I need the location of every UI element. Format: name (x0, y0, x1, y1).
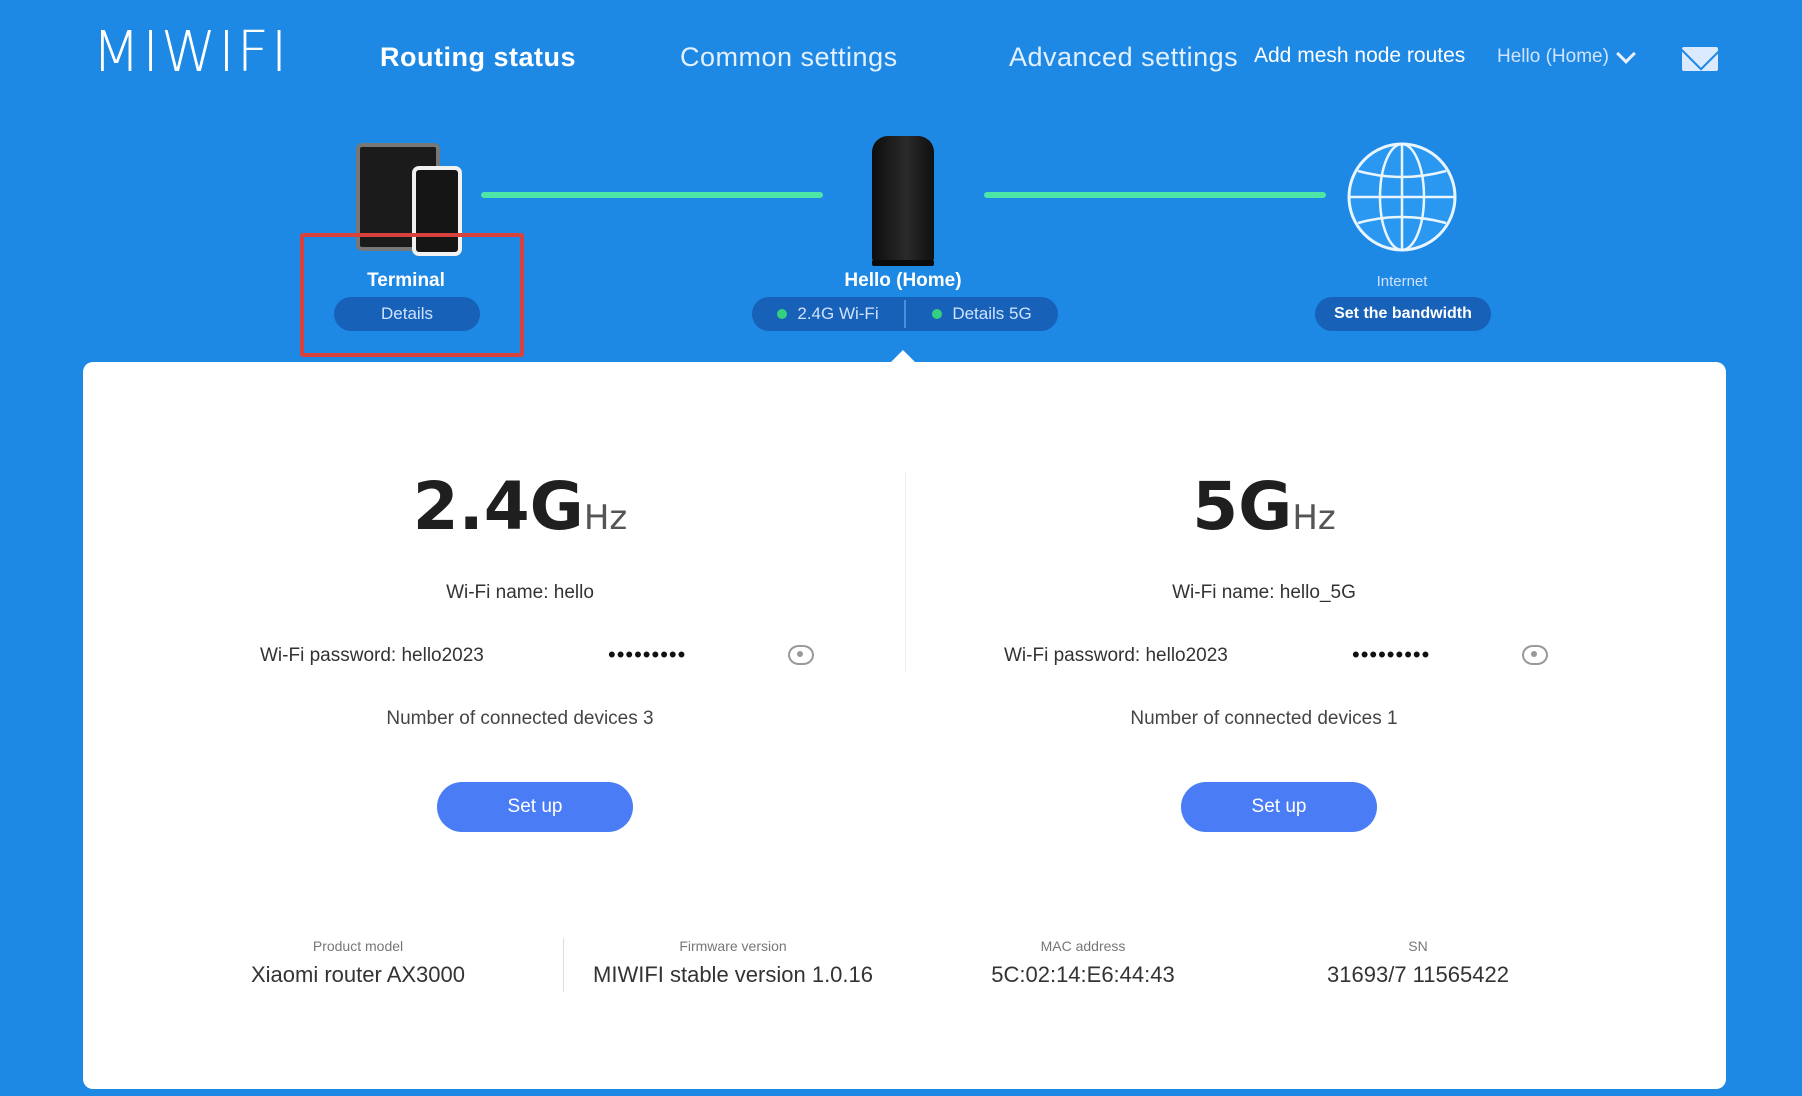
miwifi-logo[interactable]: MIWIFI (92, 20, 289, 85)
info-value: Xiaomi router AX3000 (250, 962, 466, 987)
info-label: Product model (312, 938, 404, 954)
band-24-title: 2.4GHz (412, 468, 628, 545)
band-24-masked-password: ••••••••• (608, 642, 687, 667)
terminal-highlight-box (300, 233, 524, 357)
nav-common-settings[interactable]: Common settings (680, 42, 898, 73)
wifi-card: 2.4GHz Wi-Fi name: hello Wi-Fi password:… (83, 362, 1726, 1089)
band-24-wifi-name: Wi-Fi name: hello (446, 582, 594, 603)
band-5-status-label: Details 5G (952, 304, 1032, 323)
band-5-masked-password: ••••••••• (1352, 642, 1431, 667)
user-name: Hello (Home) (1497, 46, 1609, 67)
nav-advanced-settings[interactable]: Advanced settings (1009, 42, 1238, 73)
info-value: 31693/7 11565422 (1327, 962, 1509, 987)
band-5-wifi-password: Wi-Fi password: hello2023 (1004, 645, 1228, 666)
band-5-setup-button[interactable]: Set up (1181, 782, 1377, 832)
info-value: MIWIFI stable version 1.0.16 (593, 962, 873, 987)
band-24-unit: Hz (583, 498, 628, 538)
eye-icon[interactable] (788, 645, 814, 665)
band-5-title: 5GHz (1192, 468, 1336, 545)
band-divider (905, 472, 906, 672)
band-24-setup-button[interactable]: Set up (437, 782, 633, 832)
router-band-status: 2.4G Wi-Fi Details 5G (752, 297, 1058, 331)
info-sn: SN 31693/7 11565422 (1293, 938, 1543, 988)
router-internet-link (984, 192, 1326, 198)
info-label: MAC address (1040, 938, 1126, 954)
router-label: Hello (Home) (844, 270, 962, 291)
status-dot-icon (932, 309, 943, 319)
terminal-router-link (481, 192, 823, 198)
status-dot-icon (777, 309, 788, 319)
nav-routing-status[interactable]: Routing status (380, 42, 576, 73)
band-24-status[interactable]: 2.4G Wi-Fi (752, 304, 904, 324)
router-icon (872, 136, 934, 266)
chevron-down-icon[interactable] (1616, 44, 1636, 64)
info-mac-address: MAC address 5C:02:14:E6:44:43 (963, 938, 1203, 988)
band-5-unit: Hz (1292, 498, 1336, 538)
globe-icon (1347, 142, 1457, 252)
user-menu[interactable]: Hello (Home) (1497, 44, 1636, 68)
info-divider (563, 938, 564, 992)
info-label: SN (1408, 938, 1428, 954)
band-5-status[interactable]: Details 5G (906, 304, 1058, 324)
info-product-model: Product model Xiaomi router AX3000 (238, 938, 478, 988)
band-5-connected-devices: Number of connected devices 1 (1130, 708, 1398, 729)
band-24-connected-devices: Number of connected devices 3 (386, 708, 654, 729)
info-value: 5C:02:14:E6:44:43 (991, 962, 1175, 987)
set-bandwidth-button[interactable]: Set the bandwidth (1315, 297, 1491, 331)
info-label: Firmware version (679, 938, 787, 954)
band-5-wifi-name: Wi-Fi name: hello_5G (1172, 582, 1356, 603)
internet-label: Internet (1376, 273, 1428, 290)
band-24-status-label: 2.4G Wi-Fi (797, 304, 879, 323)
band-24-wifi-password: Wi-Fi password: hello2023 (260, 645, 484, 666)
info-firmware-version: Firmware version MIWIFI stable version 1… (583, 938, 883, 988)
eye-icon[interactable] (1522, 645, 1548, 665)
nav-add-mesh[interactable]: Add mesh node routes (1254, 44, 1465, 68)
mail-icon[interactable] (1682, 47, 1718, 71)
